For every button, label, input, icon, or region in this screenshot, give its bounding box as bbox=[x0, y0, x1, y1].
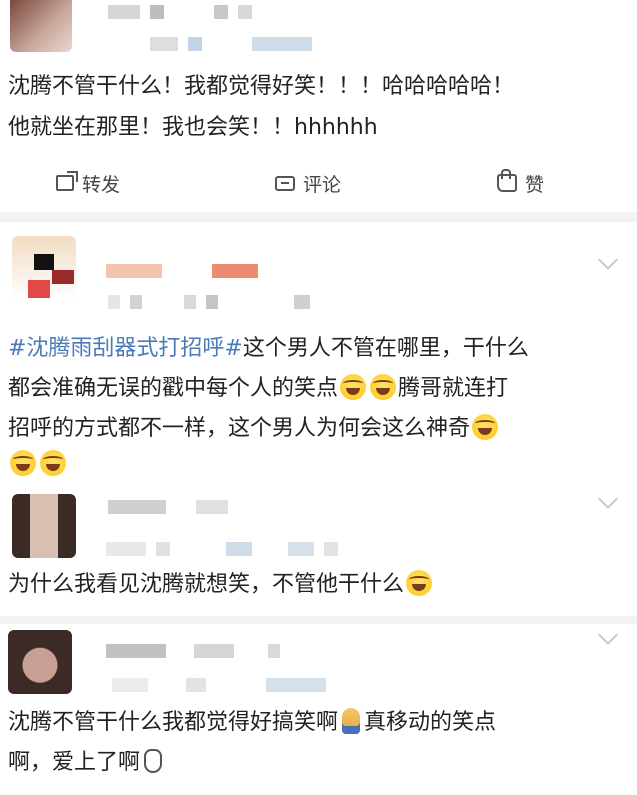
like-button[interactable]: 赞 bbox=[497, 168, 544, 198]
post-2: #沈腾雨刮器式打招呼#这个男人不管在哪里，干什么 都会准确无误的戳中每个人的笑点… bbox=[0, 222, 637, 482]
post-meta-blurred bbox=[106, 542, 338, 556]
post-text: 为什么我看见沈腾就想笑，不管他干什么 bbox=[8, 564, 434, 605]
repost-button[interactable]: 转发 bbox=[56, 168, 120, 198]
comment-label: 评论 bbox=[303, 173, 342, 196]
username-blurred[interactable] bbox=[108, 5, 252, 19]
like-icon bbox=[497, 169, 517, 192]
post-1: 沈腾不管干什么！我都觉得好笑！！！哈哈哈哈哈！ 他就坐在那里！我也会笑！！hhh… bbox=[0, 0, 637, 212]
repost-icon bbox=[56, 175, 74, 191]
laugh-emoji bbox=[10, 450, 36, 476]
avatar[interactable] bbox=[12, 236, 76, 300]
laugh-emoji bbox=[340, 374, 367, 400]
post-meta-blurred bbox=[108, 295, 310, 309]
wave-emoji bbox=[144, 749, 163, 773]
avatar[interactable] bbox=[12, 494, 76, 558]
post-meta-blurred bbox=[150, 37, 312, 51]
post-actions: 转发 评论 赞 bbox=[0, 168, 637, 202]
chevron-down-icon[interactable] bbox=[598, 489, 618, 509]
chevron-down-icon[interactable] bbox=[598, 625, 618, 645]
laugh-emoji bbox=[370, 374, 397, 400]
username-blurred[interactable] bbox=[106, 264, 258, 278]
avatar[interactable] bbox=[10, 0, 72, 52]
username-blurred[interactable] bbox=[108, 500, 228, 514]
post-text-line-2: 都会准确无误的戳中每个人的笑点 腾哥就连打 bbox=[8, 374, 509, 401]
hashtag-link[interactable]: #沈腾雨刮器式打招呼# bbox=[8, 336, 243, 361]
post-text-line-1: #沈腾雨刮器式打招呼#这个男人不管在哪里，干什么 bbox=[8, 336, 529, 361]
comment-icon bbox=[275, 175, 295, 191]
post-3: 为什么我看见沈腾就想笑，不管他干什么 bbox=[0, 484, 637, 614]
username-blurred[interactable] bbox=[106, 644, 280, 658]
avatar[interactable] bbox=[8, 630, 72, 694]
separator bbox=[0, 616, 637, 624]
post-text-line-2: 啊，爱上了啊 bbox=[8, 742, 163, 783]
post-text-line-3: 招呼的方式都不一样，这个男人为何会这么神奇 bbox=[8, 408, 500, 449]
separator bbox=[0, 212, 637, 222]
repost-label: 转发 bbox=[82, 173, 121, 196]
pray-emoji bbox=[342, 708, 361, 734]
post-meta-blurred bbox=[112, 678, 326, 692]
laugh-emoji bbox=[472, 414, 499, 440]
post-4: 沈腾不管干什么我都觉得好搞笑啊 真移动的笑点 啊，爱上了啊 bbox=[0, 624, 637, 795]
post-text-line-1: 沈腾不管干什么我都觉得好搞笑啊 真移动的笑点 bbox=[8, 708, 497, 735]
post-text-line-4 bbox=[8, 444, 68, 485]
post-text-line-1: 沈腾不管干什么！我都觉得好笑！！！哈哈哈哈哈！ bbox=[8, 74, 515, 99]
laugh-emoji bbox=[40, 450, 66, 476]
like-label: 赞 bbox=[525, 173, 545, 196]
post-text-line-2: 他就坐在那里！我也会笑！！hhhhhh bbox=[8, 115, 378, 140]
comment-button[interactable]: 评论 bbox=[275, 168, 341, 198]
chevron-down-icon[interactable] bbox=[598, 250, 618, 270]
laugh-emoji bbox=[406, 570, 433, 596]
